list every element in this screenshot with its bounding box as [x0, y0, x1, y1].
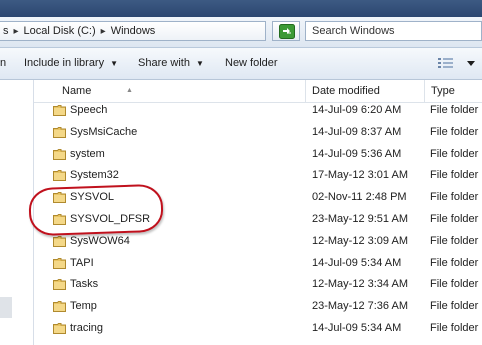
share-with-button[interactable]: Share with ▼: [138, 57, 204, 69]
date-modified: 14-Jul-09 8:37 AM: [312, 125, 402, 138]
date-modified: 23-May-12 7:36 AM: [312, 300, 408, 313]
navigation-selected-item[interactable]: [0, 297, 12, 318]
file-name: TAPI: [70, 256, 94, 269]
file-name: System32: [70, 169, 119, 182]
file-type: File folder: [430, 278, 479, 291]
date-modified: 14-Jul-09 5:34 AM: [312, 322, 402, 334]
breadcrumb-separator-icon[interactable]: ▸: [101, 26, 106, 37]
file-type: File folder: [430, 147, 479, 160]
dropdown-arrow-icon: ▼: [110, 59, 119, 68]
file-name: Temp: [70, 300, 97, 313]
file-type: File folder: [430, 213, 479, 225]
table-row[interactable]: SysWOW64 12-May-12 3:09 AM File folder: [34, 231, 482, 252]
breadcrumb[interactable]: s ▸ Local Disk (C:) ▸ Windows: [0, 21, 266, 41]
open-button[interactable]: n: [0, 57, 6, 69]
date-modified: 14-Jul-09 6:20 AM: [312, 104, 402, 116]
dropdown-arrow-icon: ▼: [195, 59, 204, 68]
file-name: tracing: [70, 322, 104, 334]
file-name: SysMsiCache: [70, 125, 138, 138]
date-modified: 14-Jul-09 5:36 AM: [312, 147, 402, 160]
sort-ascending-icon: ▲: [126, 87, 133, 94]
breadcrumb-local-disk[interactable]: Local Disk (C:): [24, 25, 96, 37]
file-name: system: [70, 147, 105, 160]
folder-icon: [53, 322, 66, 343]
table-row[interactable]: tracing 14-Jul-09 5:34 AM File folder: [34, 318, 482, 339]
file-type: File folder: [430, 191, 479, 204]
date-modified: 12-May-12 3:09 AM: [312, 234, 408, 247]
file-name: Tasks: [70, 278, 99, 291]
share-with-label: Share with: [138, 57, 190, 69]
search-input[interactable]: Search Windows: [305, 21, 482, 41]
refresh-button[interactable]: [272, 21, 300, 41]
table-row[interactable]: Temp 23-May-12 7:36 AM File folder: [34, 296, 482, 317]
refresh-icon: [279, 24, 295, 39]
include-in-library-label: Include in library: [24, 57, 105, 69]
breadcrumb-windows[interactable]: Windows: [111, 25, 156, 37]
column-header-type[interactable]: Type: [425, 80, 482, 102]
table-row[interactable]: Speech 14-Jul-09 6:20 AM File folder: [34, 100, 482, 121]
date-modified: 23-May-12 9:51 AM: [312, 213, 408, 225]
file-type: File folder: [430, 322, 479, 334]
table-row[interactable]: TAPI 14-Jul-09 5:34 AM File folder: [34, 253, 482, 274]
annotation-highlight-ellipse: [28, 183, 164, 237]
breadcrumb-prev[interactable]: s: [3, 25, 9, 37]
table-row[interactable]: System32 17-May-12 3:01 AM File folder: [34, 165, 482, 186]
new-folder-button[interactable]: New folder: [225, 57, 278, 69]
command-toolbar: n Include in library ▼ Share with ▼ New fo…: [0, 48, 482, 80]
include-in-library-button[interactable]: Include in library ▼: [24, 57, 118, 69]
change-view-button[interactable]: [437, 56, 477, 73]
file-type: File folder: [430, 169, 479, 182]
date-modified: 17-May-12 3:01 AM: [312, 169, 408, 182]
date-modified: 12-May-12 3:34 AM: [312, 278, 408, 291]
column-header-name-label: Name: [62, 85, 92, 97]
file-type: File folder: [430, 300, 479, 313]
view-details-icon: [438, 58, 475, 68]
table-row[interactable]: SysMsiCache 14-Jul-09 8:37 AM File folder: [34, 122, 482, 143]
table-row[interactable]: Tasks 12-May-12 3:34 AM File folder: [34, 274, 482, 295]
column-header-date-modified[interactable]: Date modified: [306, 80, 425, 102]
address-bar: s ▸ Local Disk (C:) ▸ Windows Search Win…: [0, 17, 482, 48]
file-type: File folder: [430, 234, 479, 247]
file-type: File folder: [430, 125, 479, 138]
date-modified: 02-Nov-11 2:48 PM: [312, 191, 407, 204]
date-modified: 14-Jul-09 5:34 AM: [312, 256, 402, 269]
breadcrumb-separator-icon[interactable]: ▸: [14, 26, 19, 37]
file-type: File folder: [430, 104, 479, 116]
table-row[interactable]: system 14-Jul-09 5:36 AM File folder: [34, 144, 482, 165]
window-title-bar: [0, 0, 482, 17]
column-header-name[interactable]: Name ▲: [56, 80, 306, 102]
file-name: Speech: [70, 104, 108, 116]
file-type: File folder: [430, 256, 479, 269]
